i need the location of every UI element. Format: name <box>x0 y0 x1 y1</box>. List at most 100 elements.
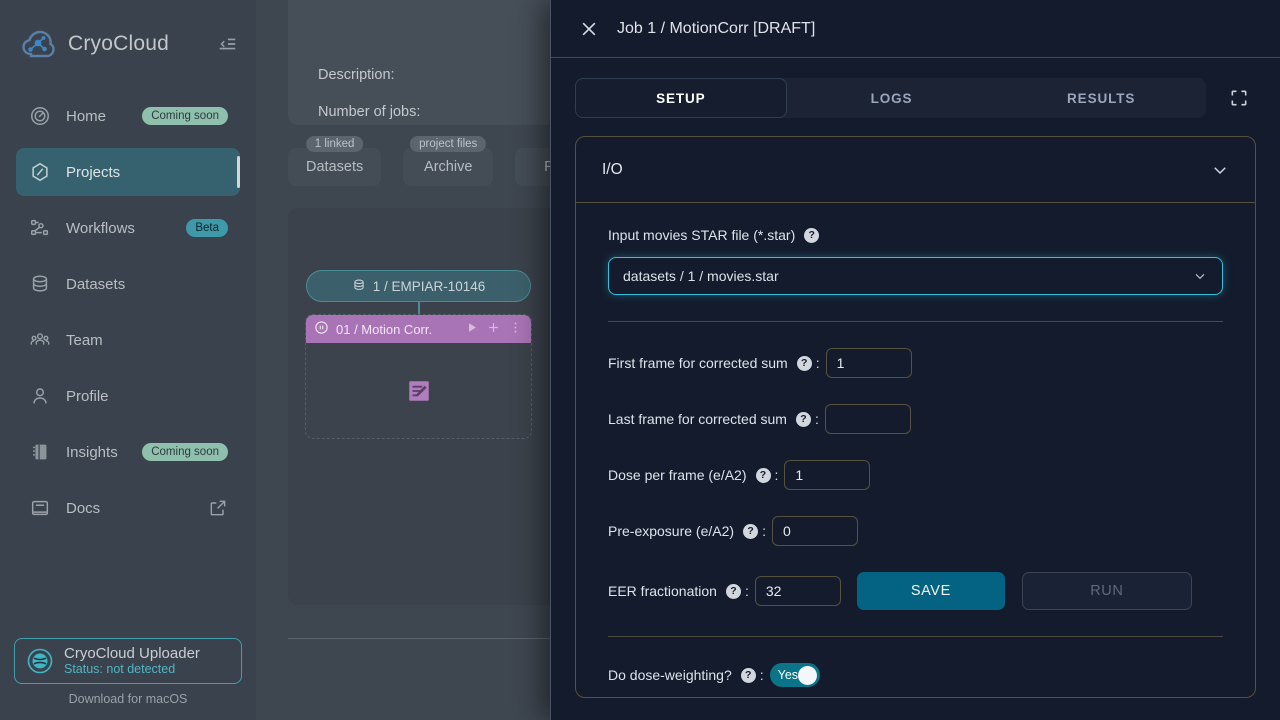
first-frame-input[interactable] <box>825 348 912 378</box>
cryocloud-uploader-card[interactable]: CryoCloud Uploader Status: not detected <box>14 638 242 684</box>
colon: : <box>759 667 764 683</box>
draft-doc-icon <box>406 378 432 404</box>
app-root: CryoCloud Home Coming soon Projects Work… <box>0 0 1280 720</box>
nodes-icon <box>28 216 52 240</box>
job-node[interactable]: 01 / Motion Corr. <box>305 314 532 439</box>
io-card-header[interactable]: I/O <box>576 137 1255 203</box>
toggle-knob <box>797 665 817 685</box>
chip-label[interactable]: Archive <box>403 148 494 186</box>
chip-archive[interactable]: project files Archive <box>403 136 494 186</box>
drawer-title: Job 1 / MotionCorr [DRAFT] <box>617 19 816 37</box>
dose-per-frame-input[interactable] <box>784 460 871 490</box>
uploader-text: CryoCloud Uploader Status: not detected <box>64 645 200 677</box>
tab-setup[interactable]: SETUP <box>575 78 787 118</box>
field-label: Pre-exposure (e/A2) <box>608 523 735 539</box>
sidebar-item-label: Docs <box>66 499 101 517</box>
colon: : <box>774 467 779 483</box>
help-icon[interactable]: ? <box>804 227 820 243</box>
sidebar-item-label: Home <box>66 107 107 125</box>
uploader-icon <box>27 648 53 674</box>
colon: : <box>815 355 820 371</box>
sidebar-item-label: Datasets <box>66 275 126 293</box>
sidebar-item-team[interactable]: Team <box>16 316 240 364</box>
field-label: First frame for corrected sum <box>608 355 788 371</box>
kebab-icon[interactable] <box>508 320 523 338</box>
status-badge: Beta <box>186 219 228 237</box>
field-label: Last frame for corrected sum <box>608 411 787 427</box>
uploader-title: CryoCloud Uploader <box>64 645 200 662</box>
active-indicator <box>237 156 240 188</box>
field-first-frame: First frame for corrected sum ? : <box>608 348 1223 378</box>
chip-badge: project files <box>410 136 487 152</box>
eer-fractionation-input[interactable] <box>754 576 841 606</box>
info-label: Description: <box>318 66 395 83</box>
io-card: I/O Input movies STAR file (*.star) ? da… <box>575 136 1256 698</box>
docs-icon <box>28 496 52 520</box>
status-badge: Coming soon <box>142 107 228 125</box>
collapse-sidebar-icon[interactable] <box>214 31 240 57</box>
sidebar-item-label: Workflows <box>66 219 135 237</box>
last-frame-input[interactable] <box>824 404 911 434</box>
sidebar-item-datasets[interactable]: Datasets <box>16 260 240 308</box>
field-dose-per-frame: Dose per frame (e/A2) ? : <box>608 460 1223 490</box>
info-label: Number of jobs: <box>318 103 421 120</box>
close-icon[interactable] <box>579 19 599 39</box>
download-link[interactable]: Download for macOS <box>0 692 256 720</box>
sidebar: CryoCloud Home Coming soon Projects Work… <box>0 0 256 720</box>
help-icon[interactable]: ? <box>796 355 812 371</box>
dataset-node-label: 1 / EMPIAR-10146 <box>372 278 486 294</box>
sidebar-item-home[interactable]: Home Coming soon <box>16 92 240 140</box>
help-icon[interactable]: ? <box>755 467 771 483</box>
sidebar-item-docs[interactable]: Docs <box>16 484 240 532</box>
field-dose-weighting: Do dose-weighting? ? : Yes <box>608 663 1223 687</box>
input-star-select[interactable]: datasets / 1 / movies.star <box>608 257 1223 295</box>
field-label: EER fractionation <box>608 583 717 599</box>
field-pre-exposure: Pre-exposure (e/A2) ? : <box>608 516 1223 546</box>
field-label: Do dose-weighting? <box>608 667 732 683</box>
sidebar-item-workflows[interactable]: Workflows Beta <box>16 204 240 252</box>
person-icon <box>28 384 52 408</box>
pre-exposure-input[interactable] <box>771 516 858 546</box>
help-icon[interactable]: ? <box>743 523 759 539</box>
status-badge: Coming soon <box>142 443 228 461</box>
plus-icon[interactable] <box>486 320 501 338</box>
sidebar-item-insights[interactable]: Insights Coming soon <box>16 428 240 476</box>
fullscreen-icon[interactable] <box>1224 83 1254 113</box>
divider <box>608 321 1223 322</box>
chip-badge: 1 linked <box>305 136 364 152</box>
divider <box>608 636 1223 637</box>
chart-book-icon <box>28 440 52 464</box>
play-icon[interactable] <box>464 320 479 338</box>
tab-logs[interactable]: LOGS <box>787 78 997 118</box>
chip-label[interactable]: Datasets <box>288 148 382 186</box>
tab-results[interactable]: RESULTS <box>996 78 1206 118</box>
job-node-header[interactable]: 01 / Motion Corr. <box>306 315 531 343</box>
job-drawer: Job 1 / MotionCorr [DRAFT] SETUP LOGS RE… <box>550 0 1280 720</box>
io-card-title: I/O <box>602 160 623 178</box>
sidebar-item-projects[interactable]: Projects <box>16 148 240 196</box>
chevron-down-icon[interactable] <box>1211 161 1229 179</box>
external-link-icon[interactable] <box>208 498 228 518</box>
dose-weighting-toggle[interactable]: Yes <box>769 663 820 687</box>
setup-panel: I/O Input movies STAR file (*.star) ? da… <box>551 136 1280 720</box>
dataset-node[interactable]: 1 / EMPIAR-10146 <box>306 270 531 302</box>
input-star-value: datasets / 1 / movies.star <box>623 268 779 284</box>
colon: : <box>814 411 819 427</box>
io-card-body: Input movies STAR file (*.star) ? datase… <box>576 203 1255 697</box>
colon: : <box>762 523 766 539</box>
help-icon[interactable]: ? <box>740 667 756 683</box>
uploader-status: Status: not detected <box>64 662 176 676</box>
drawer-tabs: SETUP LOGS RESULTS <box>575 78 1206 118</box>
node-connector <box>418 302 420 314</box>
help-icon[interactable]: ? <box>795 411 811 427</box>
sidebar-item-profile[interactable]: Profile <box>16 372 240 420</box>
run-button[interactable]: RUN <box>1021 572 1192 610</box>
drawer-header: Job 1 / MotionCorr [DRAFT] <box>551 0 1280 58</box>
gauge-icon <box>28 104 52 128</box>
chip-datasets[interactable]: 1 linked Datasets <box>288 136 382 186</box>
save-button[interactable]: SAVE <box>856 572 1005 610</box>
help-icon[interactable]: ? <box>725 583 741 599</box>
chevron-down-icon <box>1192 268 1208 284</box>
colon: : <box>744 583 749 599</box>
